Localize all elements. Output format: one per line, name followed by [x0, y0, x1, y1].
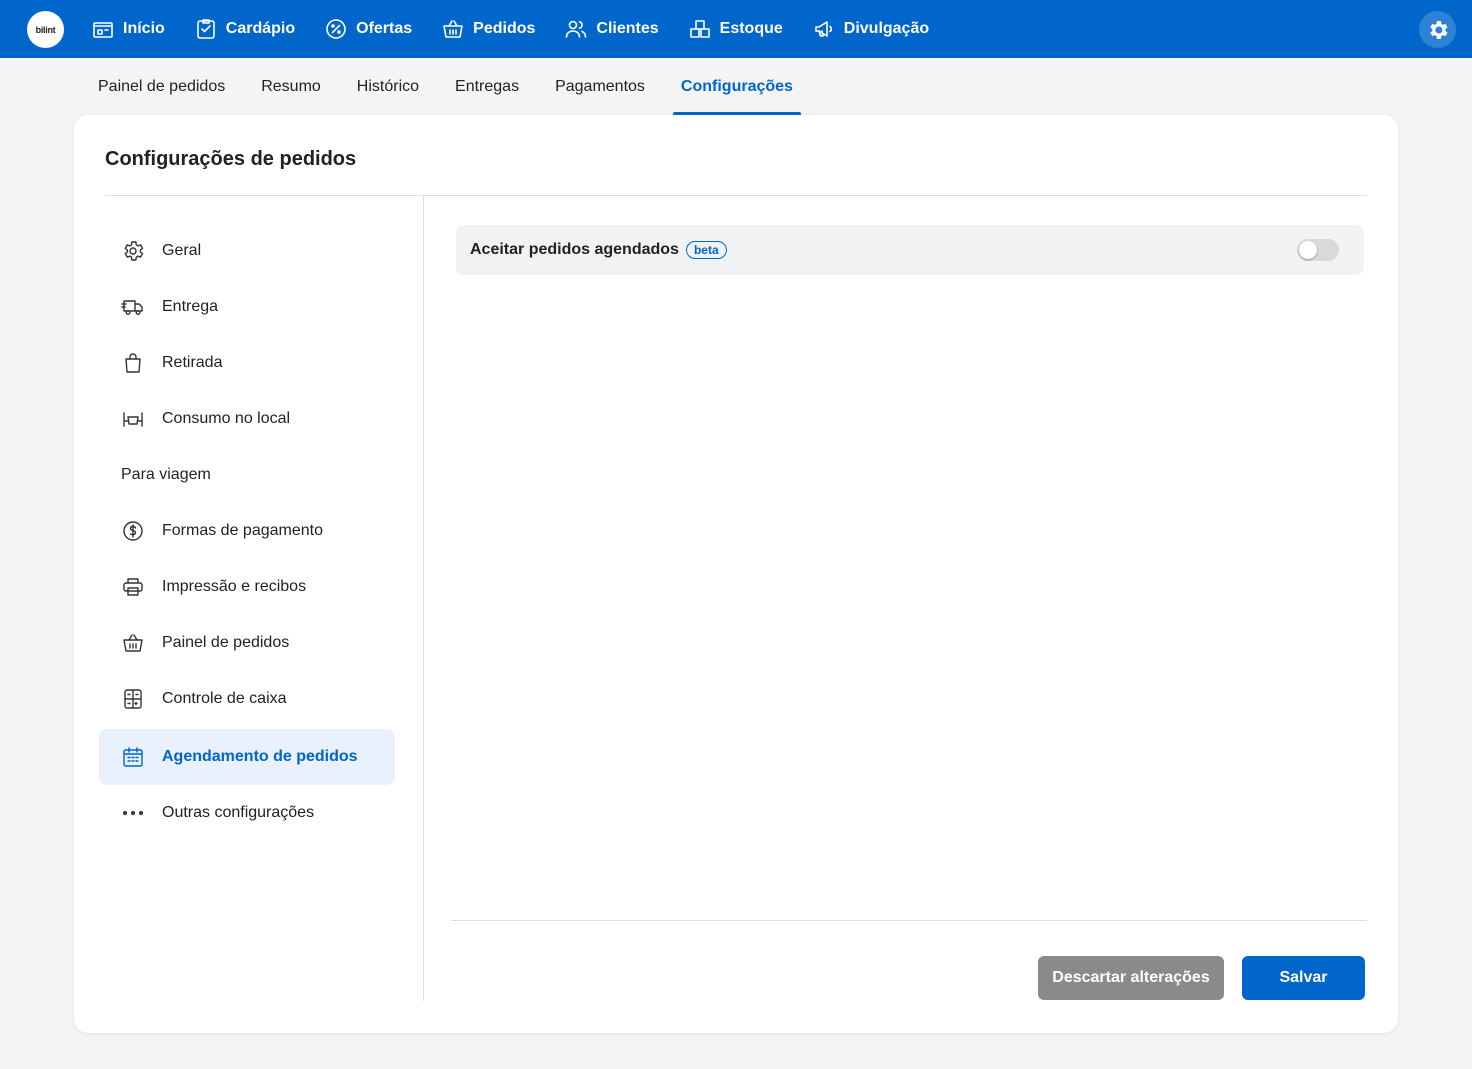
tab-historico[interactable]: Histórico	[339, 58, 437, 116]
gear-icon	[124, 241, 144, 261]
boxes-icon	[689, 20, 710, 38]
nav-item-label: Início	[123, 20, 165, 37]
sidebar-item-label: Geral	[162, 242, 202, 259]
tab-painel-de-pedidos[interactable]: Painel de pedidos	[80, 58, 243, 116]
top-navbar: bilint Início Cardápio Ofertas Pedidos C…	[0, 0, 1472, 58]
sidebar-item-geral[interactable]: Geral	[99, 223, 395, 279]
brand-logo-text: bilint	[35, 24, 56, 35]
sidebar-item-para-viagem[interactable]: Para viagem	[99, 447, 395, 503]
sidebar-item-label: Painel de pedidos	[162, 634, 290, 651]
nav-item-ofertas[interactable]: Ofertas	[324, 17, 412, 41]
dining-table-icon	[123, 412, 143, 427]
delivery-truck-icon	[121, 300, 143, 315]
sidebar-item-agendamento-de-pedidos[interactable]: Agendamento de pedidos	[99, 729, 395, 785]
sidebar-divider	[423, 196, 424, 1001]
basket-icon	[123, 634, 143, 652]
beta-badge: beta	[685, 241, 727, 259]
sidebar-item-formas-de-pagamento[interactable]: Formas de pagamento	[99, 503, 395, 559]
nav-item-label: Clientes	[596, 20, 659, 37]
footer-divider	[451, 920, 1367, 921]
toggle-knob	[1299, 241, 1317, 259]
sub-tabs: Painel de pedidos Resumo Histórico Entre…	[80, 58, 811, 116]
nav-item-label: Estoque	[719, 20, 783, 37]
users-icon	[566, 20, 587, 38]
nav-item-estoque[interactable]: Estoque	[688, 17, 783, 41]
sidebar-item-outras-configuracoes[interactable]: Outras configurações	[99, 785, 395, 841]
printer-icon	[123, 578, 143, 596]
tab-configuracoes[interactable]: Configurações	[663, 58, 811, 116]
nav-item-inicio[interactable]: Início	[91, 17, 165, 41]
sidebar-item-label: Retirada	[162, 354, 223, 371]
scheduled-orders-setting: Aceitar pedidos agendados beta	[456, 225, 1364, 275]
sidebar-item-label: Formas de pagamento	[162, 522, 323, 539]
settings-sidebar: Geral Entrega Retirada Consumo no local …	[99, 223, 395, 841]
sidebar-item-label: Entrega	[162, 298, 219, 315]
basket-icon	[443, 20, 463, 38]
scheduled-orders-toggle[interactable]	[1297, 239, 1339, 261]
main-nav: Início Cardápio Ofertas Pedidos Clientes…	[91, 0, 958, 58]
nav-item-divulgacao[interactable]: Divulgação	[812, 17, 929, 41]
nav-item-label: Pedidos	[473, 20, 536, 37]
gear-icon	[1429, 20, 1447, 39]
save-button[interactable]: Salvar	[1242, 956, 1365, 1000]
sidebar-item-impressao-e-recibos[interactable]: Impressão e recibos	[99, 559, 395, 615]
sidebar-item-label: Outras configurações	[162, 804, 315, 821]
sidebar-item-label: Impressão e recibos	[162, 578, 307, 595]
settings-card: Configurações de pedidos Geral Entrega R…	[74, 115, 1398, 1033]
nav-item-pedidos[interactable]: Pedidos	[441, 17, 535, 41]
sidebar-item-label: Controle de caixa	[162, 690, 287, 707]
menu-clipboard-icon	[196, 19, 215, 39]
calculator-icon	[124, 689, 142, 709]
dollar-circle-icon	[123, 521, 143, 541]
tab-pagamentos[interactable]: Pagamentos	[537, 58, 663, 116]
brand-logo[interactable]: bilint	[27, 11, 64, 48]
discard-changes-button[interactable]: Descartar alterações	[1038, 956, 1224, 1000]
title-divider	[105, 195, 1367, 196]
sidebar-item-label: Para viagem	[121, 466, 211, 483]
discount-badge-icon	[326, 19, 346, 39]
sidebar-item-entrega[interactable]: Entrega	[99, 279, 395, 335]
settings-button[interactable]	[1419, 11, 1456, 48]
tab-entregas[interactable]: Entregas	[437, 58, 537, 116]
sidebar-item-label: Consumo no local	[162, 410, 291, 427]
sidebar-item-label: Agendamento de pedidos	[162, 748, 358, 765]
shopping-bag-icon	[125, 353, 141, 373]
sidebar-item-painel-de-pedidos[interactable]: Painel de pedidos	[99, 615, 395, 671]
sidebar-item-controle-de-caixa[interactable]: Controle de caixa	[99, 671, 395, 727]
nav-item-label: Ofertas	[356, 20, 413, 37]
nav-item-cardapio[interactable]: Cardápio	[194, 17, 295, 41]
megaphone-icon	[814, 21, 832, 37]
nav-item-label: Cardápio	[225, 20, 296, 37]
page-title: Configurações de pedidos	[105, 148, 357, 170]
sidebar-item-consumo-no-local[interactable]: Consumo no local	[99, 391, 395, 447]
tab-resumo[interactable]: Resumo	[243, 58, 339, 116]
setting-label: Aceitar pedidos agendados	[470, 241, 679, 258]
more-dots-icon	[121, 811, 145, 815]
nav-item-label: Divulgação	[843, 20, 930, 37]
calendar-icon	[123, 747, 143, 767]
sidebar-item-retirada[interactable]: Retirada	[99, 335, 395, 391]
store-icon	[93, 22, 113, 38]
nav-item-clientes[interactable]: Clientes	[564, 17, 659, 41]
